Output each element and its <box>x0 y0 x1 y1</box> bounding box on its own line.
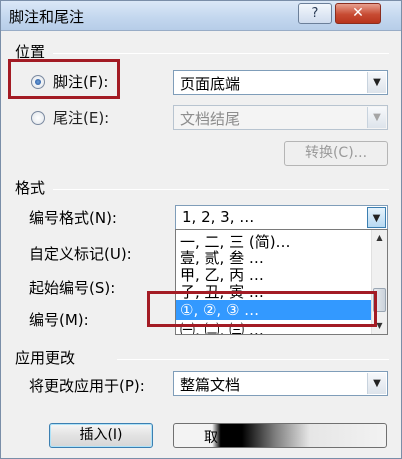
apply-to-label: 将更改应用于(P): <box>29 377 145 395</box>
apply-to-select[interactable]: 整篇文档 ▼ <box>173 371 388 396</box>
footnote-position-value: 页面底端 <box>180 75 241 93</box>
cancel-button-label: 取 <box>204 430 218 446</box>
chevron-down-icon[interactable]: ▼ <box>367 72 386 93</box>
endnote-position-select: 文档结尾 ▼ <box>173 105 388 130</box>
number-format-label: 编号格式(N): <box>29 209 117 227</box>
title-bar[interactable]: 脚注和尾注 ? ✕ <box>1 1 401 31</box>
dialog-title: 脚注和尾注 <box>9 8 85 26</box>
number-format-value: 1, 2, 3, … <box>182 208 255 226</box>
help-button[interactable]: ? <box>298 3 332 24</box>
chevron-down-icon[interactable]: ▼ <box>367 207 386 228</box>
endnote-radio[interactable] <box>31 111 45 125</box>
endnote-position-value: 文档结尾 <box>180 110 241 128</box>
custom-mark-label: 自定义标记(U): <box>29 245 132 263</box>
footnote-endnote-dialog: 脚注和尾注 ? ✕ 位置 脚注(F): 页面底端 ▼ 尾注(E): 文档结尾 ▼… <box>0 0 402 459</box>
chevron-down-icon[interactable]: ▼ <box>367 373 386 394</box>
convert-button: 转换(C)... <box>284 141 388 166</box>
apply-section-label: 应用更改 <box>15 349 76 367</box>
footnote-highlight-box <box>8 59 120 99</box>
apply-divider <box>117 359 389 360</box>
start-at-label: 起始编号(S): <box>29 279 116 297</box>
scroll-up-icon[interactable]: ▲ <box>372 230 387 246</box>
option-highlight-box <box>147 291 377 327</box>
close-button[interactable]: ✕ <box>335 3 381 24</box>
numbering-label: 编号(M): <box>29 311 89 329</box>
apply-to-value: 整篇文档 <box>180 376 241 394</box>
format-divider <box>53 189 389 190</box>
format-section-label: 格式 <box>15 179 46 197</box>
cancel-button[interactable]: 取 <box>173 423 387 448</box>
insert-button[interactable]: 插入(I) <box>49 423 153 448</box>
location-divider <box>53 53 389 54</box>
endnote-label[interactable]: 尾注(E): <box>53 107 109 128</box>
number-format-select[interactable]: 1, 2, 3, … ▼ <box>175 205 388 230</box>
chevron-down-icon: ▼ <box>367 107 386 128</box>
footnote-position-select[interactable]: 页面底端 ▼ <box>173 70 388 95</box>
